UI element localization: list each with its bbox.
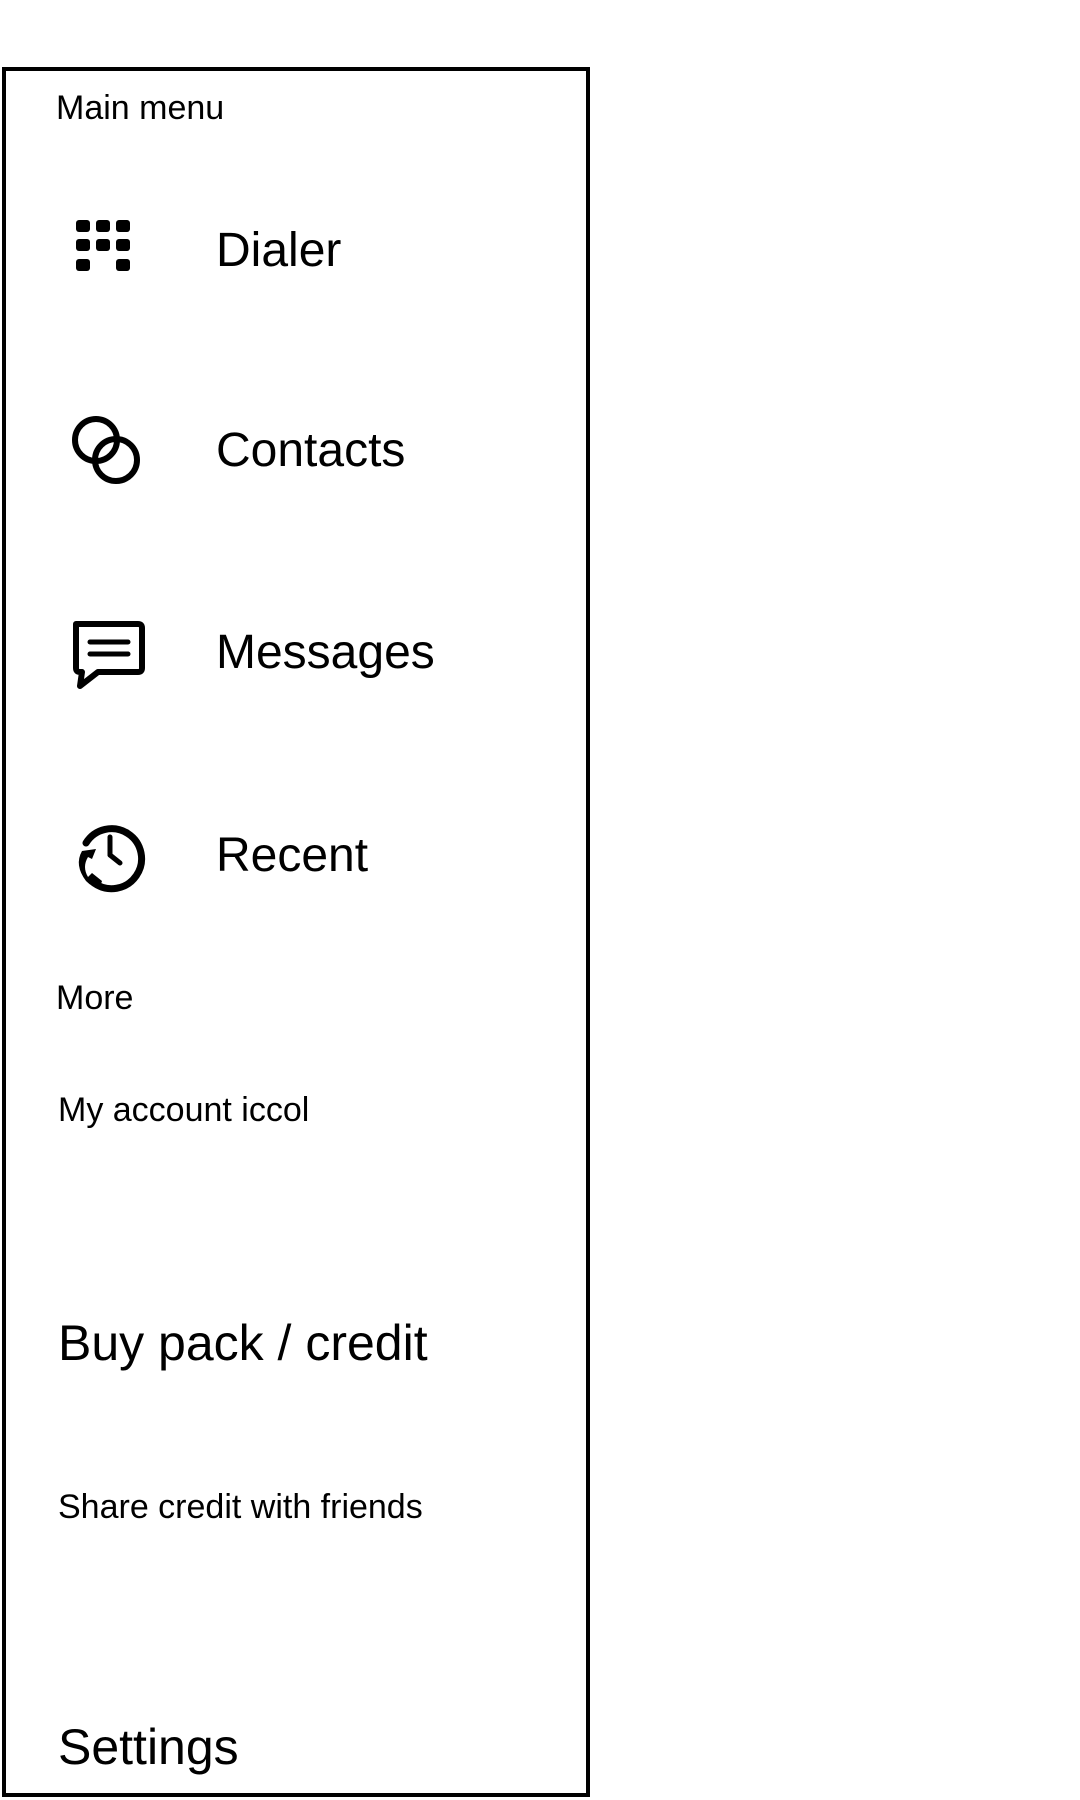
buy-pack-credit-item[interactable]: Buy pack / credit xyxy=(58,1318,428,1368)
share-credit-item[interactable]: Share credit with friends xyxy=(58,1490,423,1524)
my-account-item[interactable]: My account iccol xyxy=(58,1093,309,1127)
navigation-drawer: Main menu Dialer Contacts Messages Recen… xyxy=(2,67,590,1797)
contacts-rings-icon xyxy=(64,408,150,494)
main-menu-title: Main menu xyxy=(56,89,225,127)
nav-item-messages[interactable]: Messages xyxy=(6,568,586,738)
message-bubble-icon xyxy=(64,610,150,696)
nav-label-dialer: Dialer xyxy=(216,224,342,277)
recent-calls-icon xyxy=(64,813,150,899)
nav-item-recent[interactable]: Recent xyxy=(6,771,586,941)
nav-label-messages: Messages xyxy=(216,626,435,679)
nav-label-contacts: Contacts xyxy=(216,424,406,477)
settings-item[interactable]: Settings xyxy=(58,1722,239,1772)
nav-item-contacts[interactable]: Contacts xyxy=(6,366,586,536)
dialpad-icon xyxy=(64,208,150,294)
nav-label-recent: Recent xyxy=(216,829,369,882)
more-title: More xyxy=(56,979,134,1017)
nav-item-dialer[interactable]: Dialer xyxy=(6,166,586,336)
